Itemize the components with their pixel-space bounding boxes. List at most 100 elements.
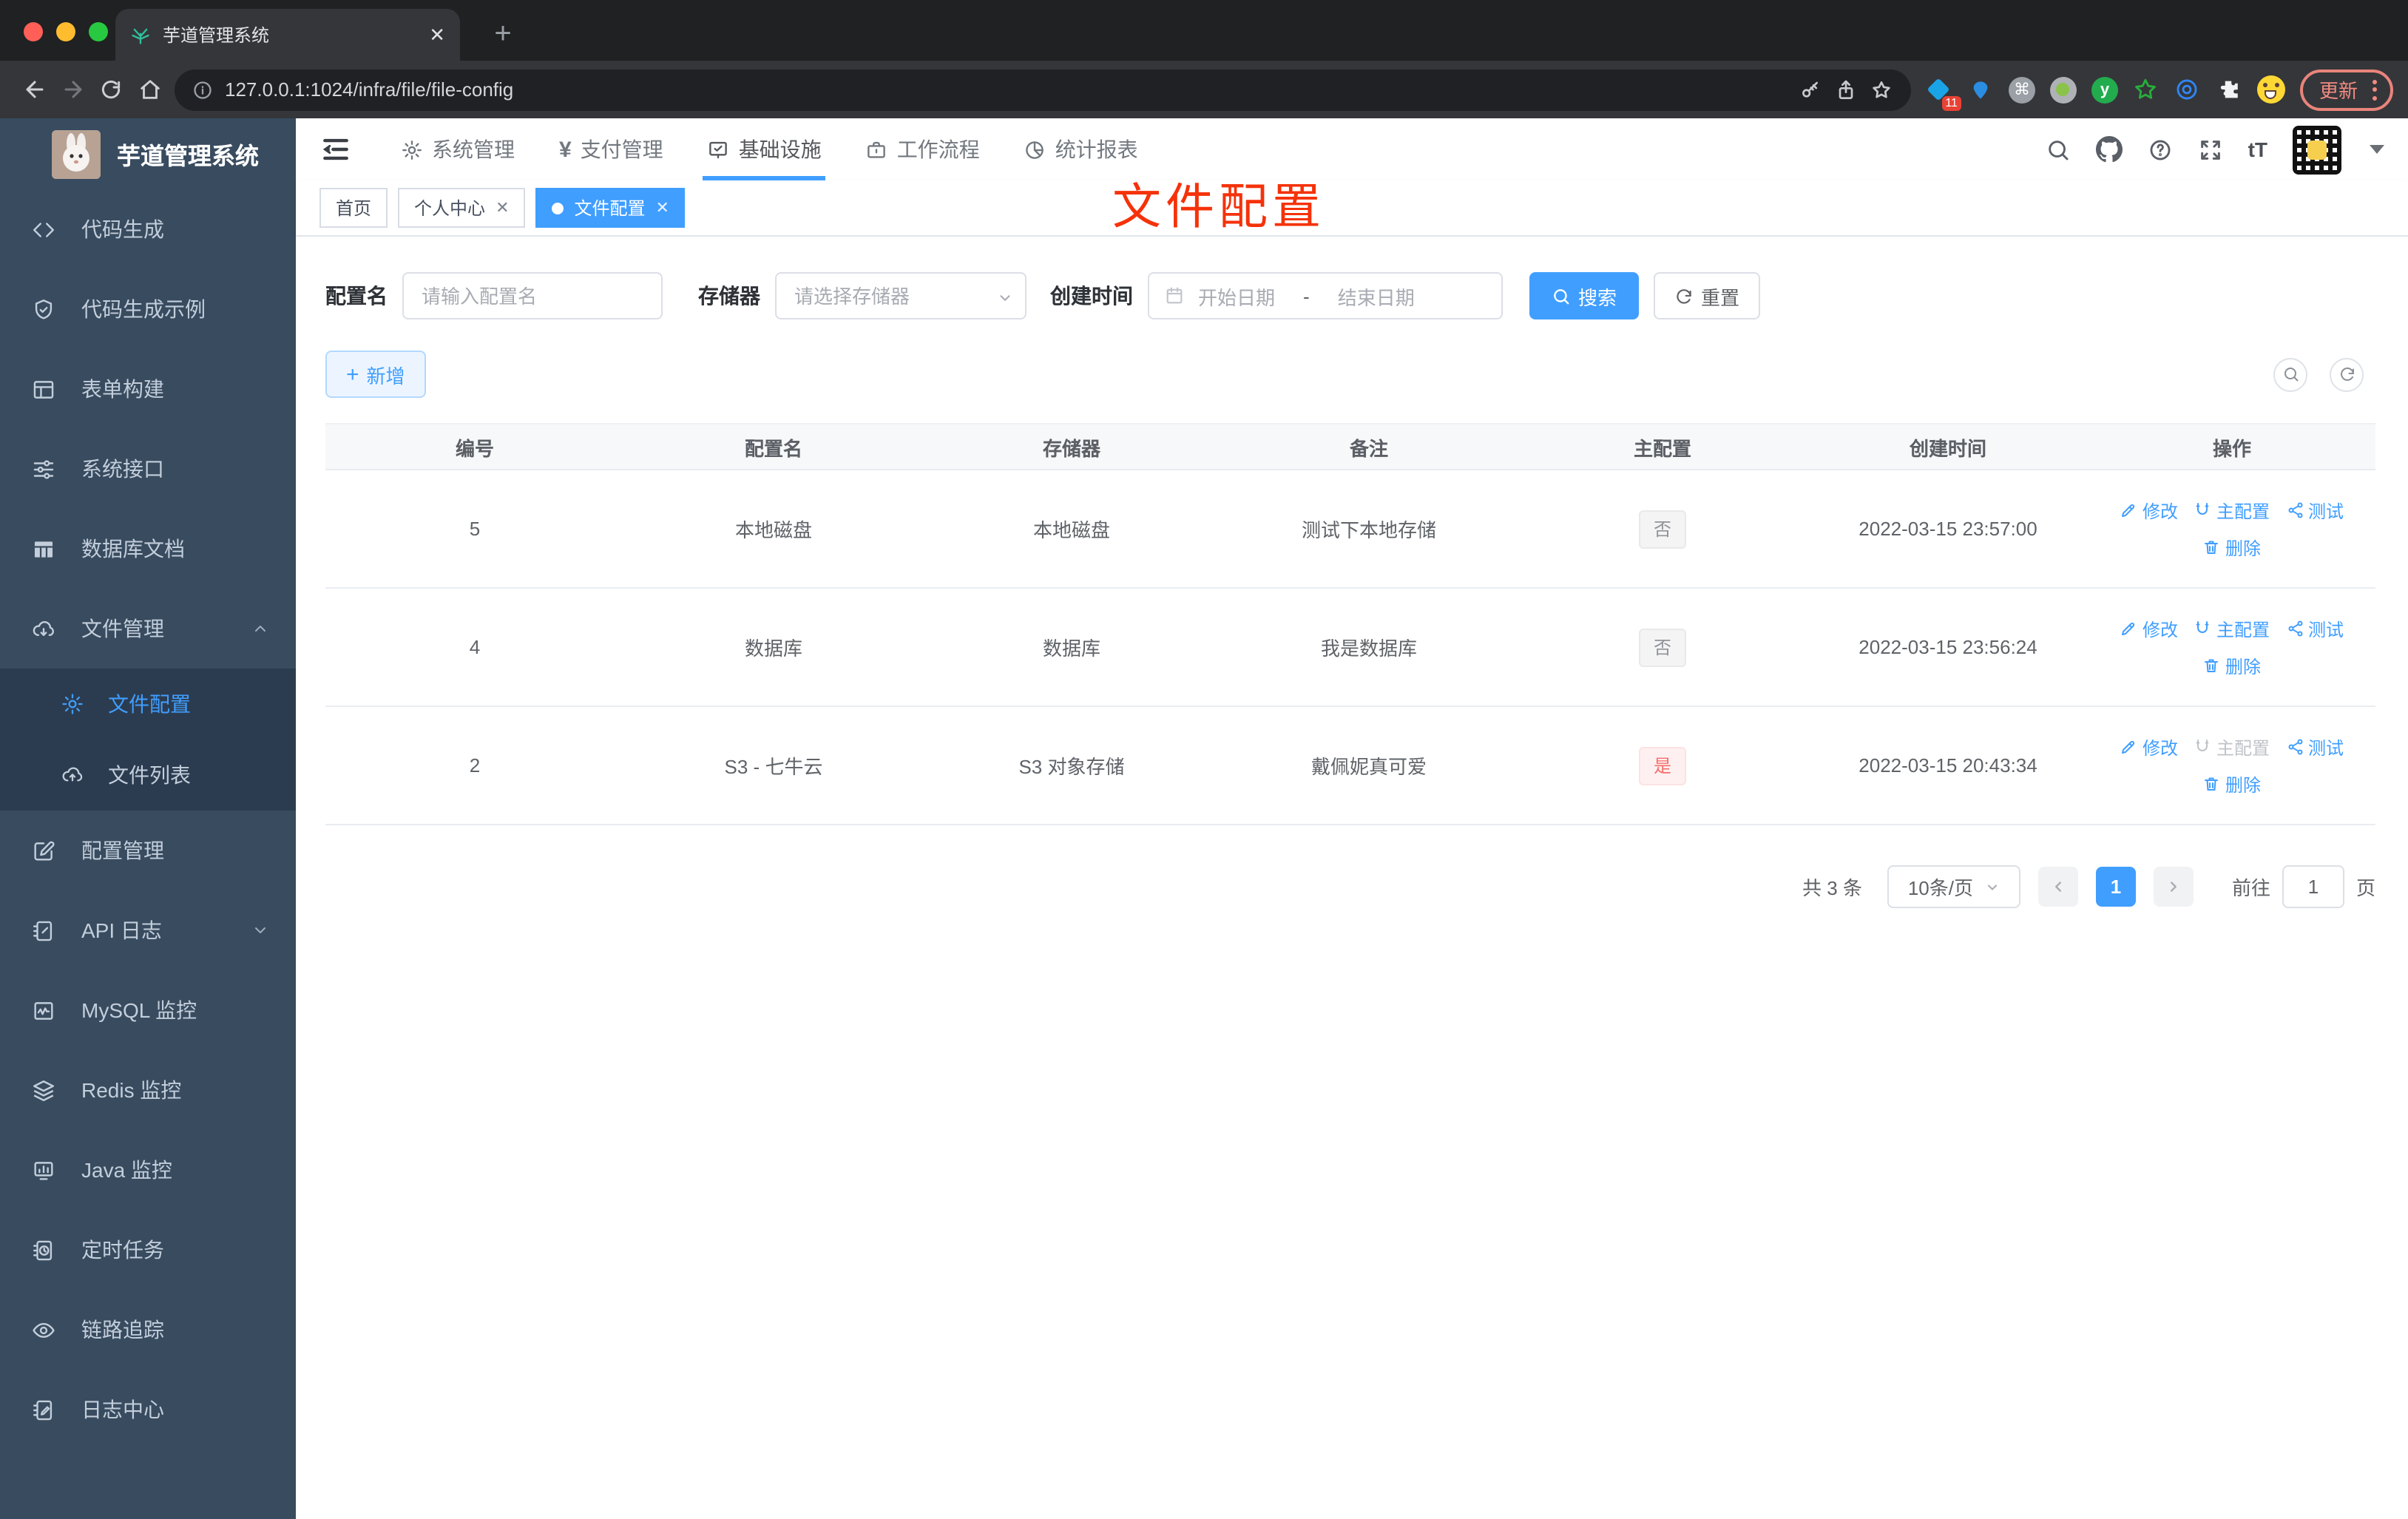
- master-tag: 否: [1638, 628, 1686, 666]
- extension-dot-icon[interactable]: [2049, 76, 2077, 103]
- reload-icon[interactable]: [92, 70, 130, 109]
- master-action[interactable]: 主配置: [2194, 616, 2270, 641]
- profile-emoji-icon[interactable]: [2256, 75, 2285, 104]
- next-page-button[interactable]: [2153, 867, 2194, 907]
- test-action[interactable]: 测试: [2286, 734, 2344, 760]
- refresh-icon: [1677, 288, 1691, 303]
- sidebar-item-trace[interactable]: 链路追踪: [0, 1290, 296, 1370]
- font-size-icon[interactable]: tT: [2248, 138, 2267, 161]
- tab-home[interactable]: 首页: [319, 188, 388, 228]
- password-key-icon[interactable]: [1799, 78, 1822, 101]
- tab-close-icon[interactable]: ✕: [429, 25, 445, 44]
- github-icon[interactable]: [2095, 136, 2123, 163]
- address-bar[interactable]: 127.0.0.1:1024/infra/file/file-config: [175, 69, 1911, 110]
- new-tab-button[interactable]: +: [484, 15, 522, 53]
- edit-action[interactable]: 修改: [2120, 734, 2178, 760]
- extension-diamond-icon[interactable]: 11: [1926, 76, 1961, 110]
- close-icon[interactable]: ✕: [656, 198, 669, 217]
- sidebar-item-system-api[interactable]: 系统接口: [0, 429, 296, 509]
- config-name-input[interactable]: [402, 272, 663, 319]
- help-icon[interactable]: [2148, 137, 2173, 162]
- nav-item-infrastructure[interactable]: 基础设施: [686, 118, 844, 180]
- close-icon[interactable]: ✕: [496, 198, 509, 217]
- master-action-disabled: 主配置: [2194, 734, 2270, 760]
- refresh-table-icon[interactable]: [2330, 357, 2364, 391]
- sidebar-item-file-list[interactable]: 文件列表: [0, 740, 296, 811]
- nav-item-system[interactable]: 系统管理: [379, 118, 537, 180]
- home-icon[interactable]: [130, 70, 169, 109]
- chevron-down-icon: [255, 927, 266, 933]
- extension-icons: 11 ⌘ y: [1926, 75, 2285, 110]
- search-button[interactable]: 搜索: [1529, 272, 1640, 319]
- delete-action[interactable]: 删除: [2203, 535, 2261, 560]
- cloud-upload-icon: [62, 767, 83, 782]
- sidebar-item-file-config[interactable]: 文件配置: [0, 669, 296, 740]
- close-window-button[interactable]: [24, 22, 43, 41]
- sidebar-item-file-management[interactable]: 文件管理: [0, 589, 296, 669]
- search-icon[interactable]: [2046, 137, 2071, 162]
- master-action[interactable]: 主配置: [2194, 498, 2270, 523]
- goto-page-input[interactable]: [2282, 865, 2344, 908]
- sidebar-item-java-monitor[interactable]: Java 监控: [0, 1130, 296, 1210]
- minimize-window-button[interactable]: [56, 22, 75, 41]
- collapse-sidebar-icon[interactable]: [319, 133, 352, 166]
- extension-star-icon[interactable]: [2133, 76, 2160, 103]
- fullscreen-icon[interactable]: [2198, 137, 2223, 162]
- sidebar-item-mysql-monitor[interactable]: MySQL 监控: [0, 970, 296, 1050]
- date-range-picker[interactable]: 开始日期 - 结束日期: [1148, 272, 1503, 319]
- back-icon[interactable]: [15, 70, 53, 109]
- extension-balloon-icon[interactable]: [1967, 76, 1994, 103]
- sidebar-item-code-generation[interactable]: 代码生成: [0, 189, 296, 269]
- nav-item-payment[interactable]: ¥ 支付管理: [537, 118, 686, 180]
- sidebar-item-scheduled-tasks[interactable]: 定时任务: [0, 1210, 296, 1290]
- browser-menu-icon[interactable]: [2373, 79, 2377, 100]
- trash-icon: [2205, 659, 2219, 672]
- page-number-current[interactable]: 1: [2095, 867, 2136, 907]
- bookmark-star-icon[interactable]: [1870, 78, 1893, 101]
- prev-page-button[interactable]: [2037, 867, 2078, 907]
- sidebar-item-db-doc[interactable]: 数据库文档: [0, 509, 296, 589]
- browser-tab[interactable]: 芋道管理系统 ✕: [115, 9, 460, 61]
- storage-select[interactable]: [775, 272, 1027, 319]
- extension-y-icon[interactable]: y: [2091, 76, 2118, 103]
- eye-icon: [33, 1322, 55, 1337]
- reset-button[interactable]: 重置: [1654, 272, 1761, 319]
- sidebar-item-api-log[interactable]: API 日志: [0, 890, 296, 970]
- nav-item-workflow[interactable]: 工作流程: [844, 118, 1002, 180]
- extension-eye-icon[interactable]: [2174, 76, 2201, 103]
- sidebar-item-form-builder[interactable]: 表单构建: [0, 349, 296, 429]
- test-action[interactable]: 测试: [2286, 498, 2344, 523]
- logo-row[interactable]: 芋道管理系统: [0, 118, 296, 189]
- log-pen-icon: [33, 1399, 53, 1420]
- share-nodes-icon: [2287, 620, 2302, 637]
- tab-profile[interactable]: 个人中心 ✕: [398, 188, 526, 228]
- edit-action[interactable]: 修改: [2120, 616, 2178, 641]
- share-icon[interactable]: [1834, 78, 1858, 101]
- browser-update-button[interactable]: 更新: [2299, 69, 2393, 110]
- forward-icon[interactable]: [53, 70, 92, 109]
- edit-action[interactable]: 修改: [2120, 498, 2178, 523]
- sidebar-item-config-management[interactable]: 配置管理: [0, 811, 296, 890]
- test-action[interactable]: 测试: [2286, 616, 2344, 641]
- delete-action[interactable]: 删除: [2203, 771, 2261, 796]
- table-row: 4 数据库 数据库 我是数据库 否 2022-03-15 23:56:24 修改…: [325, 588, 2375, 707]
- browser-tabstrip: 芋道管理系统 ✕ +: [0, 0, 2408, 61]
- page-size-select[interactable]: 10条/页: [1887, 865, 2020, 908]
- avatar-caret-icon[interactable]: [2370, 145, 2384, 154]
- site-info-icon[interactable]: [192, 79, 213, 100]
- zoom-window-button[interactable]: [89, 22, 108, 41]
- delete-action[interactable]: 删除: [2203, 653, 2261, 678]
- extension-command-icon[interactable]: ⌘: [2008, 76, 2035, 103]
- show-search-icon[interactable]: [2273, 357, 2307, 391]
- screen: 芋道管理系统 ✕ + 127.0.0.1:1024/infra/file/fil…: [0, 0, 2408, 1519]
- code-icon: [33, 222, 54, 237]
- sidebar-item-code-gen-example[interactable]: 代码生成示例: [0, 269, 296, 349]
- add-button[interactable]: + 新增: [325, 351, 426, 398]
- sidebar-item-redis-monitor[interactable]: Redis 监控: [0, 1050, 296, 1130]
- extensions-puzzle-icon[interactable]: [2216, 76, 2242, 103]
- magnet-icon: [2196, 740, 2210, 751]
- avatar[interactable]: [2293, 125, 2341, 174]
- tab-file-config[interactable]: 文件配置 ✕: [535, 188, 686, 228]
- sidebar-item-log-center[interactable]: 日志中心: [0, 1370, 296, 1449]
- search-icon: [1554, 288, 1569, 304]
